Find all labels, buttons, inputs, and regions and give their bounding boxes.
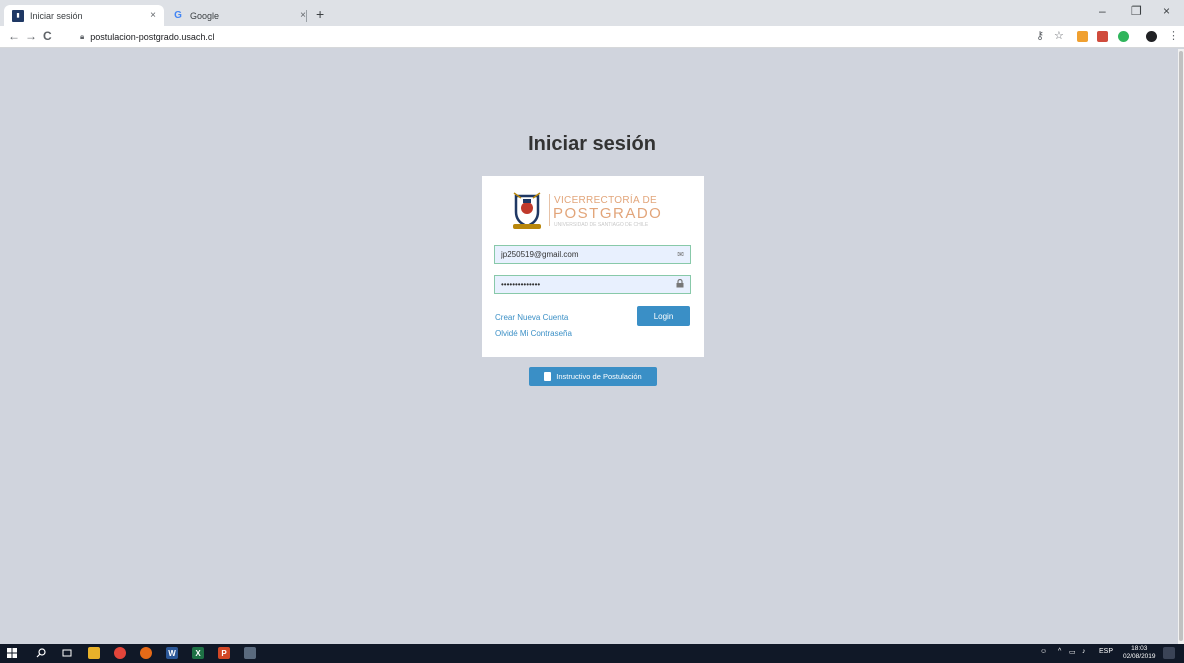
logo-line-universidad: UNIVERSIDAD DE SANTIAGO DE CHILE: [554, 222, 649, 228]
windows-taskbar: W X P ☺ ^ ▭ ♪ ESP 18:03 02/08/2019: [0, 644, 1184, 663]
email-value: jp250519@gmail.com: [501, 250, 579, 259]
clock-time: 18:03: [1131, 645, 1148, 652]
menu-kebab-icon[interactable]: ⋮: [1168, 29, 1179, 42]
password-value: ••••••••••••••: [501, 280, 541, 289]
search-icon[interactable]: [35, 647, 47, 659]
forward-button[interactable]: →: [25, 29, 37, 43]
document-icon: [544, 372, 552, 381]
profile-avatar[interactable]: [1146, 31, 1157, 42]
lock-icon: 🔒︎: [80, 32, 85, 41]
volume-icon[interactable]: ♪: [1082, 648, 1086, 655]
firefox-icon[interactable]: [140, 647, 152, 659]
language-indicator[interactable]: ESP: [1099, 648, 1113, 655]
password-field[interactable]: ••••••••••••••: [494, 275, 691, 294]
logo-divider: [549, 194, 550, 226]
windows-start-icon[interactable]: [6, 647, 18, 659]
word-icon[interactable]: W: [166, 647, 178, 659]
extension-icon[interactable]: [1097, 31, 1108, 42]
reload-button[interactable]: C: [43, 29, 52, 43]
browser-toolbar: ← → C 🔒︎ postulacion-postgrado.usach.cl …: [0, 26, 1184, 48]
usach-favicon-icon: ▮: [12, 9, 24, 22]
google-favicon-icon: G: [174, 10, 182, 21]
instructivo-button[interactable]: Instructivo de Postulación: [529, 367, 657, 386]
notifications-icon[interactable]: [1163, 647, 1175, 659]
create-account-link[interactable]: Crear Nueva Cuenta: [495, 313, 568, 322]
postgrado-logo: VICERRECTORÍA DE POSTGRADO UNIVERSIDAD D…: [512, 190, 677, 230]
back-button[interactable]: ←: [8, 29, 20, 43]
tab-iniciar-sesion[interactable]: ▮ Iniciar sesión ×: [4, 5, 164, 26]
email-field[interactable]: jp250519@gmail.com ✉: [494, 245, 691, 264]
lock-icon: [676, 278, 684, 290]
extension-icon[interactable]: [1118, 31, 1129, 42]
address-bar[interactable]: 🔒︎ postulacion-postgrado.usach.cl: [80, 29, 1020, 45]
powerpoint-icon[interactable]: P: [218, 647, 230, 659]
tab-title: Google: [190, 10, 220, 21]
logo-line-postgrado: POSTGRADO: [553, 205, 663, 222]
file-explorer-icon[interactable]: [88, 647, 100, 659]
url-text: postulacion-postgrado.usach.cl: [90, 32, 215, 42]
key-icon[interactable]: ⚷: [1036, 29, 1044, 42]
usach-crest-icon: [513, 192, 541, 229]
page-title: Iniciar sesión: [528, 133, 656, 155]
extension-icon[interactable]: [1077, 31, 1088, 42]
login-button[interactable]: Login: [637, 306, 690, 326]
chrome-icon[interactable]: [114, 647, 126, 659]
forgot-password-link[interactable]: Olvidé Mi Contraseña: [495, 329, 572, 338]
tab-separator: [306, 10, 307, 22]
envelope-icon: ✉: [677, 250, 684, 259]
tab-title: Iniciar sesión: [30, 10, 83, 21]
people-icon[interactable]: ☺: [1040, 648, 1047, 655]
tray-chevron-icon[interactable]: ^: [1058, 648, 1061, 655]
restore-button[interactable]: ❐: [1131, 4, 1142, 18]
login-card: VICERRECTORÍA DE POSTGRADO UNIVERSIDAD D…: [482, 176, 704, 357]
tab-close-icon[interactable]: ×: [150, 10, 156, 21]
clock-date: 02/08/2019: [1123, 653, 1156, 660]
network-icon[interactable]: ▭: [1069, 648, 1076, 656]
excel-icon[interactable]: X: [192, 647, 204, 659]
system-clock[interactable]: 18:03 02/08/2019: [1123, 645, 1156, 661]
app-icon[interactable]: [244, 647, 256, 659]
tab-google[interactable]: G Google ×: [164, 5, 314, 26]
close-window-button[interactable]: ×: [1163, 4, 1170, 18]
instructivo-label: Instructivo de Postulación: [556, 372, 642, 381]
new-tab-button[interactable]: +: [316, 6, 324, 22]
browser-tab-bar: ▮ Iniciar sesión × G Google × + – ❐ ×: [0, 0, 1184, 26]
task-view-icon[interactable]: [61, 647, 73, 659]
minimize-button[interactable]: –: [1099, 4, 1106, 18]
bookmark-star-icon[interactable]: ☆: [1054, 29, 1064, 42]
